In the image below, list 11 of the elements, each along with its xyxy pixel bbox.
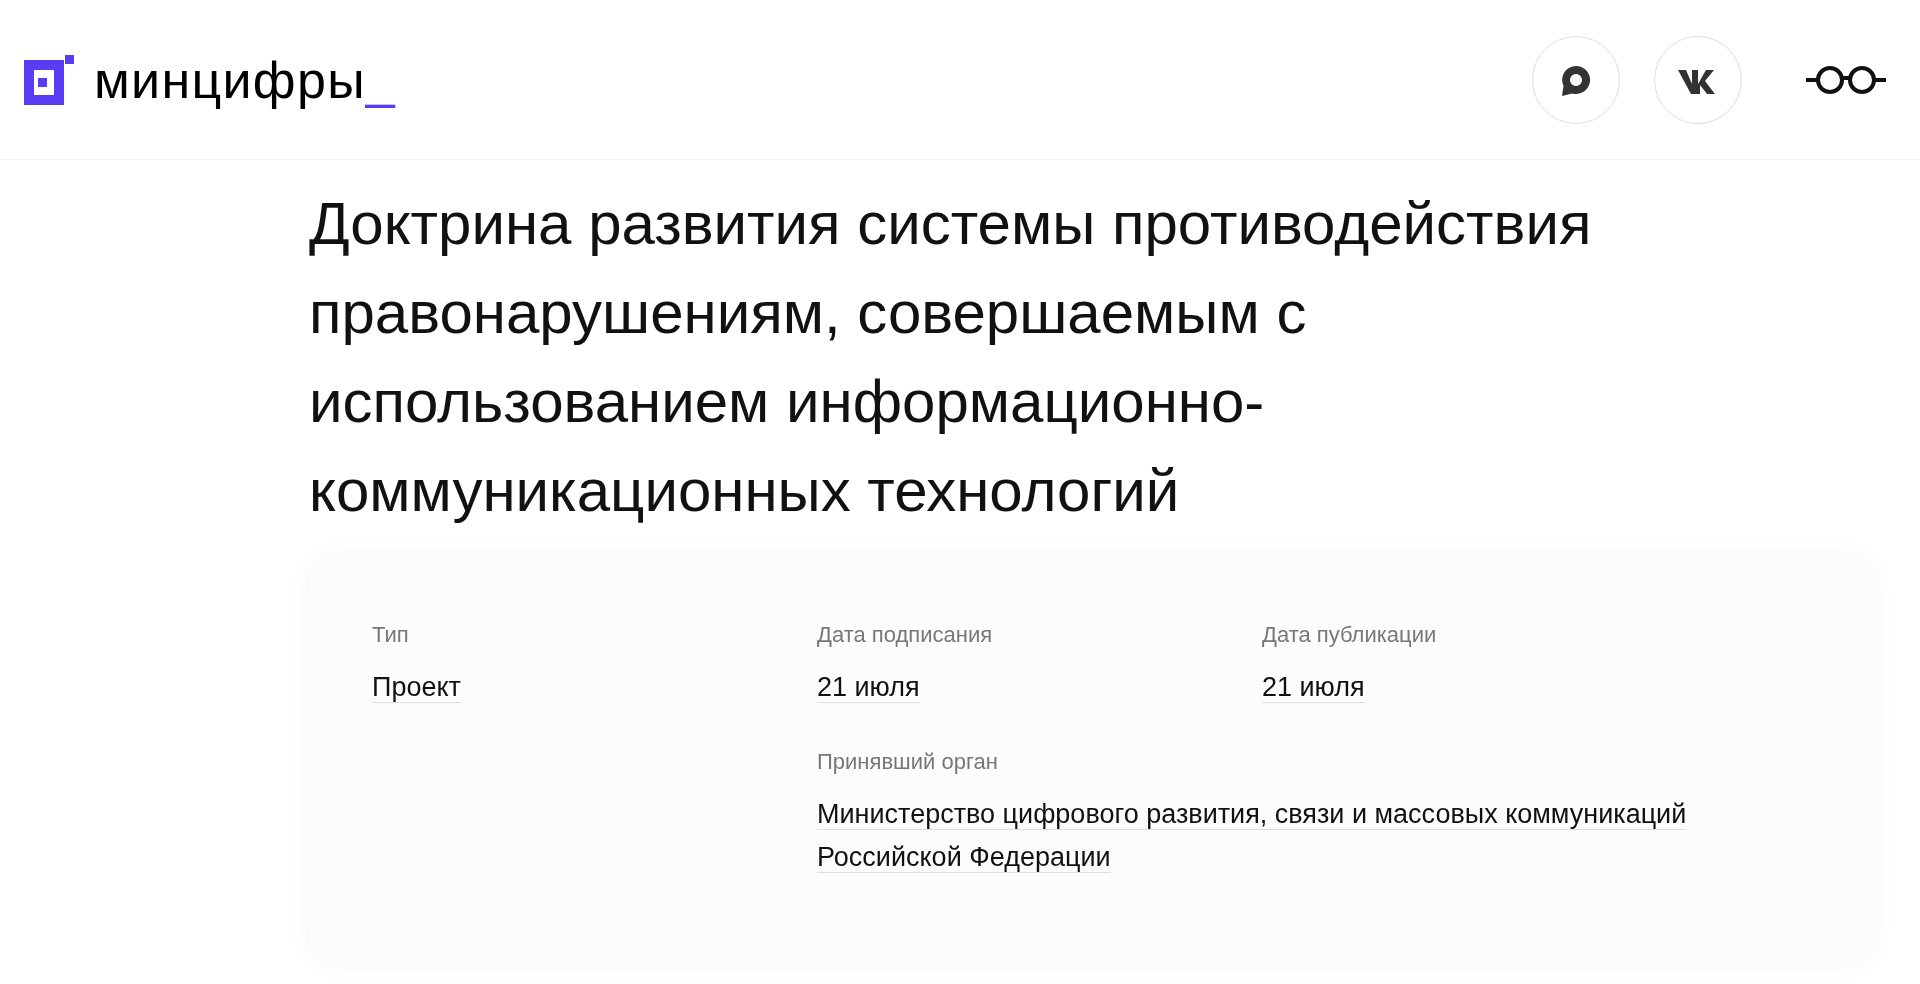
field-label: Дата подписания — [817, 622, 994, 648]
field-label: Тип — [372, 622, 410, 648]
field-value: 21 июля — [1262, 671, 1365, 705]
page-title: Доктрина развития системы противодействия правонарушениям, совершаемым с использованием информационно-коммуникационных технологий — [309, 189, 1593, 526]
field-value: 21 июля — [817, 671, 920, 705]
field-link[interactable]: Министерство цифрового развития, связи и массовых коммуникаций Российской Федерации — [817, 793, 1817, 879]
field-label: Дата публикации — [1262, 622, 1438, 648]
glasses-icon[interactable] — [1806, 63, 1886, 96]
field-link[interactable]: Проект — [372, 666, 461, 709]
logo-icon[interactable] — [24, 54, 74, 105]
field-label: Принявший орган — [817, 749, 999, 775]
